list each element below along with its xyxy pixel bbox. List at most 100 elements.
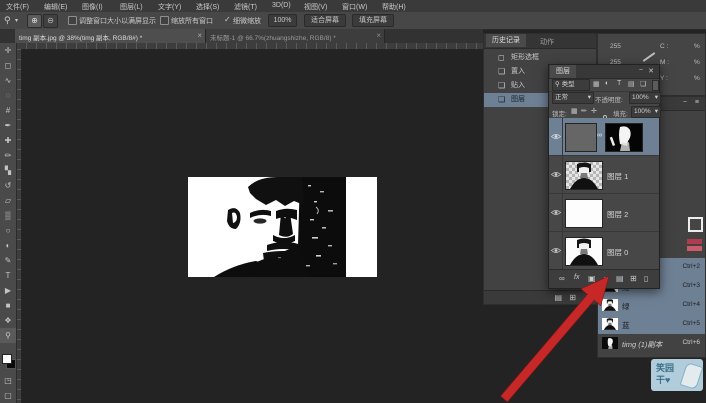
menu-3d[interactable]: 3D(D) xyxy=(272,2,291,9)
quick-mask-icon[interactable]: ◳ xyxy=(0,373,16,388)
canvas-image[interactable] xyxy=(188,177,377,277)
layer-thumbnail[interactable] xyxy=(565,161,603,190)
new-group-icon[interactable]: ▤ xyxy=(616,274,624,283)
path-select-tool[interactable]: ▶ xyxy=(0,283,16,298)
layer-thumbnail-noise[interactable] xyxy=(565,123,597,152)
move-tool[interactable]: ✛ xyxy=(0,43,16,58)
zoom-tool[interactable]: ⚲ xyxy=(0,328,16,343)
new-adjustment-layer-icon[interactable]: ◑ xyxy=(602,274,607,283)
tab-history[interactable]: 历史记录 xyxy=(486,34,526,47)
lasso-tool[interactable]: ∿ xyxy=(0,73,16,88)
history-brush-tool[interactable]: ↺ xyxy=(0,178,16,193)
tab-actions[interactable]: 动作 xyxy=(540,37,554,47)
layer-filter-select[interactable]: ⚲ 类型 xyxy=(552,79,590,91)
layer-style-fx-icon[interactable]: fx xyxy=(574,274,579,281)
layer-thumbnail[interactable] xyxy=(565,237,603,266)
channel-row-alpha[interactable]: timg (1)副本 Ctrl+6 xyxy=(598,334,705,353)
layer-thumbnail[interactable] xyxy=(565,199,603,228)
document-tab-active[interactable]: timg 副本.jpg @ 38%(timg 副本, RGB/8#) * × xyxy=(15,29,206,43)
channel-row-blue[interactable]: 蓝 Ctrl+5 xyxy=(598,315,705,334)
visibility-toggle[interactable] xyxy=(549,232,563,269)
panel-collapse-icon[interactable]: − xyxy=(683,99,687,106)
fill-screen-button[interactable]: 填充屏幕 xyxy=(352,14,394,27)
gradient-tool[interactable]: ▒ xyxy=(0,208,16,223)
lock-transparent-icon[interactable]: ▦ xyxy=(571,107,578,115)
layer-row[interactable]: 图层 2 xyxy=(549,194,659,232)
lock-pixels-icon[interactable]: ✏ xyxy=(581,107,587,115)
menu-edit[interactable]: 编辑(E) xyxy=(44,2,67,12)
quick-select-tool[interactable]: ◌ xyxy=(0,88,16,103)
channel-row-green[interactable]: 绿 Ctrl+4 xyxy=(598,296,705,315)
layer-mask-thumbnail[interactable] xyxy=(605,123,643,152)
marquee-tool[interactable]: ◻ xyxy=(0,58,16,73)
swatch-white-icon[interactable] xyxy=(688,217,703,232)
history-options-icon[interactable]: ▤ xyxy=(554,293,562,302)
filter-kind-type-icon[interactable]: T xyxy=(617,80,621,87)
resize-windows-checkbox[interactable] xyxy=(68,16,77,25)
link-layers-icon[interactable]: ∞ xyxy=(559,274,565,283)
add-layer-mask-icon[interactable]: ▣ xyxy=(588,274,596,283)
dodge-tool[interactable]: ◐ xyxy=(0,238,16,253)
visibility-toggle[interactable] xyxy=(549,156,563,193)
layer-row[interactable]: 图层 1 xyxy=(549,156,659,194)
blend-mode-select[interactable]: 正常 ▾ xyxy=(552,92,594,104)
menu-layer[interactable]: 图层(L) xyxy=(120,2,143,12)
filter-kind-smart-icon[interactable]: ❏ xyxy=(640,80,646,88)
zoom-in-button[interactable]: ⊕ xyxy=(27,14,42,28)
foreground-color-swatch[interactable] xyxy=(2,354,12,364)
document-tab-inactive[interactable]: 未标题-1 @ 66.7%(zhuangshizhe, RGB/8) * × xyxy=(206,29,385,43)
panel-collapse-icon[interactable]: − xyxy=(639,67,643,74)
new-layer-icon[interactable]: ⊞ xyxy=(630,274,637,283)
visibility-toggle[interactable] xyxy=(549,118,563,155)
zoom-100-button[interactable]: 100% xyxy=(268,14,297,27)
healing-brush-tool[interactable]: ✚ xyxy=(0,133,16,148)
type-tool[interactable]: T xyxy=(0,268,16,283)
zoom-all-windows-checkbox[interactable] xyxy=(160,16,169,25)
fit-screen-button[interactable]: 适合屏幕 xyxy=(304,14,346,27)
menu-help[interactable]: 帮助(H) xyxy=(382,2,406,12)
filter-kind-pixel-icon[interactable]: ▦ xyxy=(593,80,600,88)
menu-image[interactable]: 图像(I) xyxy=(82,2,103,12)
panel-close-icon[interactable]: ✕ xyxy=(648,67,654,75)
menu-window[interactable]: 窗口(W) xyxy=(342,2,367,12)
zoom-out-button[interactable]: ⊖ xyxy=(43,14,58,28)
blur-tool[interactable]: ○ xyxy=(0,223,16,238)
tab-layers[interactable]: 图层 xyxy=(550,65,576,78)
lock-position-icon[interactable]: ✛ xyxy=(591,107,597,115)
brush-tool[interactable]: ✏ xyxy=(0,148,16,163)
shape-tool[interactable]: ■ xyxy=(0,298,16,313)
filter-kind-adjust-icon[interactable]: ◐ xyxy=(605,80,609,87)
delete-layer-icon[interactable]: ▯ xyxy=(644,274,648,283)
clone-stamp-tool[interactable]: ▚ xyxy=(0,163,16,178)
visibility-toggle[interactable] xyxy=(549,194,563,231)
channel-shortcut: Ctrl+2 xyxy=(682,263,700,270)
menu-filter[interactable]: 滤镜(T) xyxy=(234,2,257,12)
new-snapshot-icon[interactable]: ⊞ xyxy=(569,293,576,302)
opacity-select[interactable]: 100% ▾ xyxy=(629,92,661,104)
crop-tool[interactable]: # xyxy=(0,103,16,118)
pen-tool[interactable]: ✎ xyxy=(0,253,16,268)
eyedropper-tool[interactable]: ✒ xyxy=(0,118,16,133)
menu-file[interactable]: 文件(F) xyxy=(6,2,29,12)
screen-mode-icon[interactable]: ▢ xyxy=(0,388,16,403)
fill-select[interactable]: 100% ▾ xyxy=(631,106,661,118)
eraser-tool[interactable]: ▱ xyxy=(0,193,16,208)
delete-state-icon[interactable]: ▯ xyxy=(586,293,590,302)
tool-dropdown-icon[interactable]: ▾ xyxy=(15,17,18,24)
zoom-tool-icon[interactable]: ⚲ xyxy=(4,15,11,26)
panel-menu-icon[interactable]: ≡ xyxy=(695,99,699,106)
filter-kind-shape-icon[interactable]: ▤ xyxy=(628,80,635,88)
hand-tool[interactable]: ❖ xyxy=(0,313,16,328)
menu-select[interactable]: 选择(S) xyxy=(196,2,219,12)
close-tab-icon[interactable]: × xyxy=(376,31,381,40)
layer-row-selected[interactable]: ∞ xyxy=(549,118,659,156)
close-tab-icon[interactable]: × xyxy=(197,31,202,40)
swatch-pink-bar-icon[interactable] xyxy=(687,246,702,251)
scrubby-zoom-check-icon[interactable]: ✓ xyxy=(224,15,231,24)
history-step[interactable]: ◻ 矩形选框 xyxy=(484,51,596,65)
menu-view[interactable]: 视图(V) xyxy=(304,2,327,12)
layer-row[interactable]: 图层 0 xyxy=(549,232,659,270)
filter-toggle[interactable] xyxy=(652,80,659,91)
swatch-red-bar-icon[interactable] xyxy=(687,239,702,244)
menu-type[interactable]: 文字(Y) xyxy=(158,2,181,12)
